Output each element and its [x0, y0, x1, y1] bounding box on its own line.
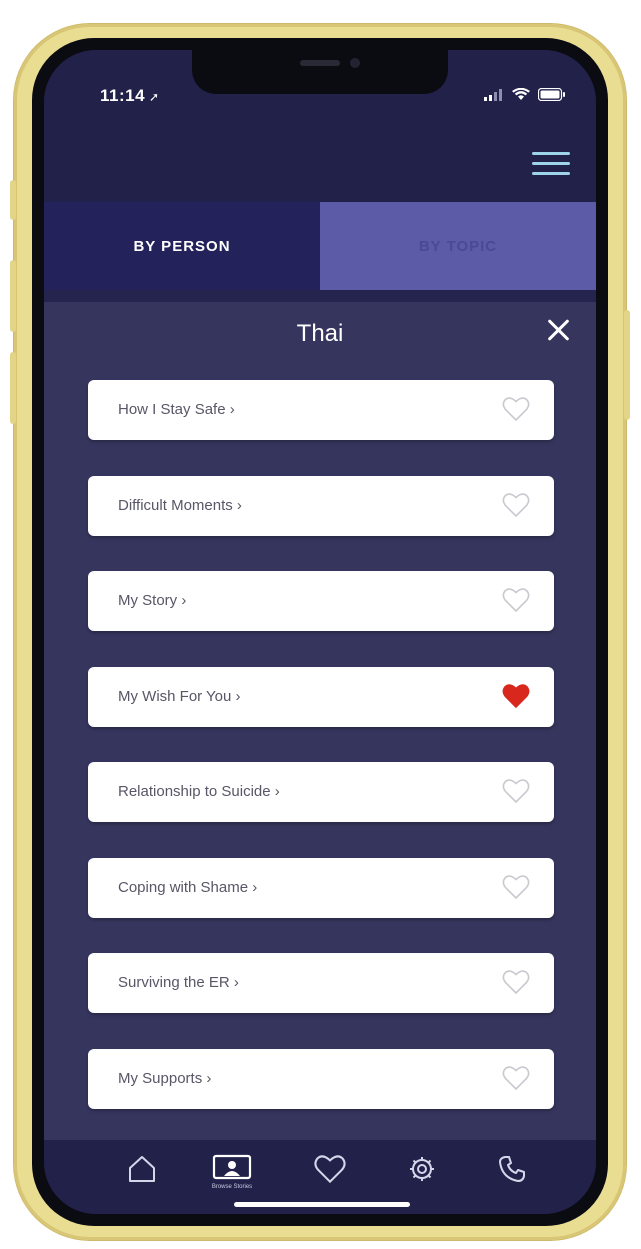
heart-outline-icon[interactable] — [502, 1065, 530, 1091]
phone-screen: 11:14 ➚ BY PERSON BY TOPIC Thai How I St… — [44, 50, 596, 1214]
settings-icon — [410, 1157, 434, 1181]
nav-settings[interactable] — [394, 1154, 450, 1198]
power-button — [624, 310, 630, 420]
tab-bar: BY PERSON BY TOPIC — [44, 202, 596, 290]
heart-outline-icon[interactable] — [502, 587, 530, 613]
story-item-my-story[interactable]: My Story › — [88, 571, 554, 631]
nav-browse-stories-caption: Browse Stories — [211, 1184, 253, 1190]
wifi-icon — [512, 88, 530, 100]
phone-frame: 11:14 ➚ BY PERSON BY TOPIC Thai How I St… — [10, 24, 630, 1240]
tab-by-topic-label: BY TOPIC — [418, 237, 498, 255]
browse-stories-icon — [212, 1154, 252, 1180]
list-item-label: Difficult Moments › — [118, 496, 242, 514]
mute-switch — [10, 180, 16, 220]
story-item-difficult-moments[interactable]: Difficult Moments › — [88, 475, 554, 536]
tab-by-person[interactable]: BY PERSON — [44, 202, 320, 290]
heart-outline-icon[interactable] — [502, 396, 530, 422]
speaker-grille — [300, 60, 340, 66]
front-camera — [350, 58, 360, 68]
home-indicator[interactable] — [234, 1202, 410, 1207]
story-list: How I Stay Safe › Difficult Moments › My… — [88, 380, 554, 1109]
list-item-label: Relationship to Suicide › — [118, 783, 280, 800]
list-item-label: My Supports › — [118, 1069, 212, 1087]
tab-by-person-label: BY PERSON — [133, 237, 231, 255]
list-item-label: How I Stay Safe › — [118, 401, 235, 418]
volume-up-button — [10, 260, 16, 332]
heart-outline-icon[interactable] — [502, 969, 530, 995]
tab-by-topic[interactable]: BY TOPIC — [320, 202, 596, 290]
notch — [192, 50, 448, 94]
person-stories-panel: Thai How I Stay Safe › Difficult Moments… — [44, 302, 596, 1140]
story-item-how-i-stay-safe[interactable]: How I Stay Safe › — [88, 380, 554, 440]
list-item-label: Surviving the ER › — [118, 974, 239, 991]
location-arrow-icon: ➚ — [149, 90, 160, 104]
panel-title: Thai — [296, 320, 344, 347]
phone-bezel: 11:14 ➚ BY PERSON BY TOPIC Thai How I St… — [32, 38, 608, 1226]
close-icon[interactable] — [542, 314, 574, 346]
heart-icon — [314, 1155, 346, 1184]
volume-down-button — [10, 352, 16, 424]
list-item-label: My Story › — [118, 592, 187, 609]
story-item-relationship-to-suicide[interactable]: Relationship to Suicide › — [88, 762, 554, 822]
hamburger-menu-icon[interactable] — [532, 152, 572, 178]
heart-outline-icon[interactable] — [502, 874, 530, 900]
heart-outline-icon[interactable] — [502, 492, 530, 518]
app-header — [44, 120, 596, 202]
story-item-surviving-the-er[interactable]: Surviving the ER › — [88, 953, 554, 1013]
heart-filled-icon[interactable] — [502, 683, 530, 709]
list-item-label: My Wish For You › — [118, 687, 241, 705]
battery-icon — [538, 88, 565, 101]
list-item-label: Coping with Shame › — [118, 878, 258, 896]
nav-favorites[interactable] — [302, 1154, 358, 1198]
heart-outline-icon[interactable] — [502, 778, 530, 804]
status-time: 11:14 ➚ — [100, 86, 160, 106]
story-item-my-wish-for-you[interactable]: My Wish For You › — [88, 666, 554, 727]
signal-icon — [484, 88, 502, 101]
story-item-my-supports[interactable]: My Supports › — [88, 1048, 554, 1109]
nav-browse-stories[interactable]: Browse Stories — [204, 1154, 260, 1198]
time-text: 11:14 — [100, 86, 146, 105]
status-icons — [484, 88, 566, 101]
home-icon — [129, 1156, 155, 1182]
nav-phone[interactable] — [484, 1154, 540, 1198]
story-item-coping-with-shame[interactable]: Coping with Shame › — [88, 857, 554, 918]
nav-home[interactable] — [114, 1154, 170, 1198]
phone-icon — [499, 1156, 525, 1182]
